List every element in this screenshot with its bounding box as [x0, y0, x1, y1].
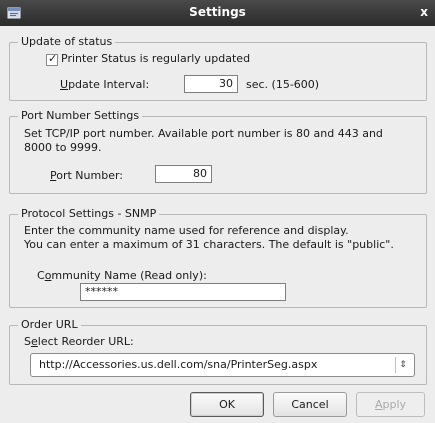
port-description: Set TCP/IP port number. Available port n… [24, 127, 383, 154]
snmp-settings-legend: Protocol Settings - SNMP [18, 207, 160, 220]
update-interval-mnemonic: U [60, 78, 69, 91]
port-settings-legend: Port Number Settings [18, 109, 143, 122]
update-status-legend: Update of status [18, 35, 116, 48]
update-interval-label: Update Interval: [60, 78, 149, 91]
cancel-button[interactable]: Cancel [273, 392, 347, 417]
title-bar[interactable]: Settings x [0, 0, 435, 26]
close-icon[interactable]: x [420, 5, 428, 19]
ok-button[interactable]: OK [190, 392, 264, 417]
reorder-url-label-text: lect Reorder URL: [37, 335, 134, 348]
port-number-label: Port Number: [50, 169, 123, 182]
update-status-group: Update of status ✓ Printer Status is reg… [9, 35, 427, 101]
order-url-legend: Order URL [18, 318, 81, 331]
community-name-label-text: mmunity Name (Read only): [51, 269, 207, 282]
reorder-url-selected: http://Accessories.us.dell.com/sna/Print… [39, 358, 318, 371]
apply-mnemonic: A [374, 398, 383, 411]
window-title: Settings [189, 5, 246, 19]
update-interval-input[interactable]: 30 [184, 75, 238, 93]
community-name-input[interactable]: ****** [80, 283, 286, 301]
reorder-url-label: Select Reorder URL: [24, 335, 134, 348]
status-update-checkbox-label[interactable]: Printer Status is regularly updated [61, 52, 250, 65]
reorder-url-label-prefix: S [24, 335, 31, 348]
reorder-url-select[interactable]: http://Accessories.us.dell.com/sna/Print… [30, 353, 415, 377]
settings-dialog: Settings x Update of status ✓ Printer St… [0, 0, 435, 423]
snmp-description-line1: Enter the community name used for refere… [24, 224, 349, 237]
status-update-checkbox[interactable]: ✓ [46, 52, 58, 66]
order-url-group: Order URL Select Reorder URL: http://Acc… [9, 318, 427, 385]
snmp-settings-group: Protocol Settings - SNMP Enter the commu… [9, 207, 427, 308]
community-name-label-prefix: C [37, 269, 45, 282]
snmp-description-line2: You can enter a maximum of 31 characters… [24, 238, 394, 251]
port-number-input[interactable]: 80 [155, 165, 212, 183]
port-number-label-text: ort Number: [56, 169, 124, 182]
community-name-label: Community Name (Read only): [37, 269, 207, 282]
apply-label-text: pply [382, 398, 407, 411]
port-settings-group: Port Number Settings Set TCP/IP port num… [9, 109, 427, 194]
update-interval-hint: sec. (15-600) [246, 78, 320, 91]
reorder-url-mnemonic: e [30, 335, 38, 348]
chevron-up-down-icon: ⇕ [395, 357, 410, 373]
apply-button[interactable]: Apply [356, 392, 425, 417]
update-interval-label-text: pdate Interval: [68, 78, 150, 91]
checkmark-icon: ✓ [48, 52, 58, 65]
